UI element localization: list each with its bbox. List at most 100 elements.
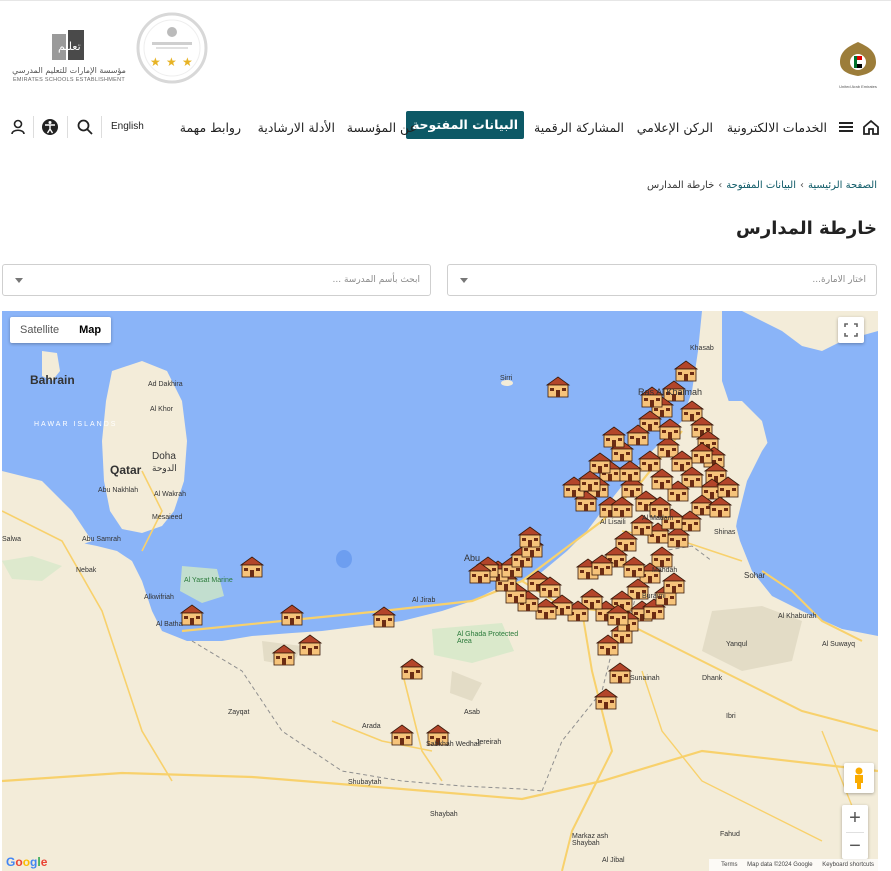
map-label-al-madam: Al Madam [642,515,674,522]
ese-logo-arabic: مؤسسة الإمارات للتعليم المدرسي [12,66,126,75]
search-icon[interactable] [76,118,94,136]
keyboard-shortcuts-link[interactable]: Keyboard shortcuts [822,862,874,868]
map-label-al-yasat: Al Yasat Marine [184,577,233,584]
map-label-ibri: Ibri [726,713,736,720]
street-view-button[interactable] [844,763,874,793]
map-label-zayqat: Zayqat [228,709,250,716]
nav-item-guides[interactable]: الأدلة الارشادية [258,116,335,140]
hamburger-icon[interactable] [837,118,855,136]
svg-text:★: ★ [182,55,193,69]
top-divider [0,0,891,1]
map-label-khasab: Khasab [690,345,714,352]
map-label-dhank: Dhank [702,675,723,682]
accessibility-icon[interactable] [41,118,59,136]
map-label-al-lisaili: Al Lisaili [600,519,626,526]
ese-logo[interactable]: تعليم مؤسسة الإمارات للتعليم المدرسي EMI… [10,26,128,88]
breadcrumb-open-data[interactable]: البيانات المفتوحة [726,180,796,191]
map-label-arada: Arada [362,723,381,730]
map-label-mahdah: Mahdah [652,567,678,574]
breadcrumb: الصفحة الرئيسية›البيانات المفتوحة›خارطة … [647,180,877,191]
map-label-al-jirab: Al Jirab [412,597,436,604]
school-search-select[interactable]: ابحث بأسم المدرسة ... [2,264,431,296]
fullscreen-button[interactable] [838,317,864,343]
map-terms-link[interactable]: Terms [721,862,737,868]
map-label-shubaytah: Shubaytah [348,779,382,786]
breadcrumb-chevron-icon: › [718,180,723,191]
nav-separator [67,116,68,138]
zoom-in-button[interactable]: + [842,805,868,832]
main-nav: الخدمات الالكترونية الركن الإعلامي المشا… [0,108,891,146]
language-switch[interactable]: English [111,116,144,138]
pegman-icon [855,767,863,789]
zoom-control: + − [842,805,868,859]
uae-emblem-icon: United Arab Emirates [839,42,877,89]
map-label-al-khor: Al Khor [150,406,173,413]
map-label-alkwifriah: Alkwifriah [144,594,174,601]
map-label-ras-al-khaimah: Ras Al Khaimah [638,387,703,397]
page-title: خارطة المدارس [736,218,877,239]
map-type-satellite[interactable]: Satellite [10,317,69,343]
svg-text:★: ★ [150,55,161,69]
breadcrumb-chevron-icon: › [800,180,804,191]
breadcrumb-current: خارطة المدارس [647,180,715,191]
map-type-control: Satellite Map [10,317,112,343]
map-type-map[interactable]: Map [69,317,111,343]
map-label-bahrain: Bahrain [30,373,75,387]
map-label-abu-nakhlah: Abu Nakhlah [98,487,139,494]
stars-rating-badge-icon: ★ ★ ★ [136,12,208,84]
map-base [2,311,878,871]
zoom-out-button[interactable]: − [842,833,868,860]
svg-text:★: ★ [166,55,177,69]
schools-map[interactable]: Bahrain HAWAR ISLANDS Ad Dakhira Al Khor… [2,311,878,871]
map-label-sirri: Sirri [500,375,513,382]
emirate-select-placeholder: اختار الامارة... [812,275,866,285]
school-search-placeholder: ابحث بأسم المدرسة ... [332,275,420,285]
map-label-shinas: Shinas [714,529,736,536]
map-label-nebak: Nebak [76,567,97,574]
user-icon[interactable] [9,118,27,136]
map-label-abu-samrah: Abu Samrah [82,536,121,543]
map-label-al-batha: Al Batha [156,621,183,628]
home-icon[interactable] [862,118,880,136]
map-label-ad-dakhira: Ad Dakhira [148,381,183,388]
svg-text:تعليم: تعليم [58,40,81,53]
map-label-buraimi: Buraimi [642,593,666,600]
emirate-select[interactable]: اختار الامارة... [447,264,877,296]
map-attribution: Terms Map data ©2024 Google Keyboard sho… [709,859,878,871]
map-label-mesaieed: Mesaieed [152,514,183,521]
nav-item-about[interactable]: عن المؤسسة [347,116,417,140]
nav-item-media-center[interactable]: الركن الإعلامي [637,116,713,140]
svg-text:United Arab Emirates: United Arab Emirates [839,84,877,89]
map-label-shaybah: Shaybah [430,811,458,818]
map-label-abu-dhabi: Abu [464,553,481,563]
map-label-al-suwayq: Al Suwayq [822,641,856,648]
google-logo[interactable]: Google [6,855,47,869]
nav-item-digital-participation[interactable]: المشاركة الرقمية [534,116,624,140]
nav-separator [101,116,102,138]
ese-logo-mark-icon: تعليم [52,30,84,60]
map-label-sunainah: Sunainah [630,675,660,682]
map-label-jereirah: Jereirah [476,739,502,746]
map-label-al-jibal: Al Jibal [602,857,625,864]
map-label-doha-ar: الدوحة [152,463,177,473]
chevron-down-icon [15,278,23,283]
nav-item-open-data[interactable]: البيانات المفتوحة [405,111,524,139]
map-label-fahud: Fahud [720,831,740,838]
nav-separator [33,116,34,138]
map-label-sohar: Sohar [744,571,766,580]
chevron-down-icon [460,278,468,283]
map-data-credit: Map data ©2024 Google [747,862,813,868]
nav-item-important-links[interactable]: روابط مهمة [180,116,241,140]
ese-logo-english: EMIRATES SCHOOLS ESTABLISHMENT [12,77,126,83]
breadcrumb-home[interactable]: الصفحة الرئيسية [808,180,877,191]
map-label-markaz: Markaz ash Shaybah [572,833,609,847]
map-label-al-wakrah: Al Wakrah [154,491,187,498]
fullscreen-icon [844,323,858,337]
map-label-yanqul: Yanqul [726,641,748,648]
map-label-qatar: Qatar [110,463,142,477]
map-label-asab: Asab [464,709,480,716]
map-label-al-ghada: Al Ghada Protected Area [457,631,519,645]
nav-item-e-services[interactable]: الخدمات الالكترونية [727,116,827,140]
map-label-al-khaburah: Al Khaburah [778,613,817,620]
map-label-doha: Doha [152,451,176,462]
